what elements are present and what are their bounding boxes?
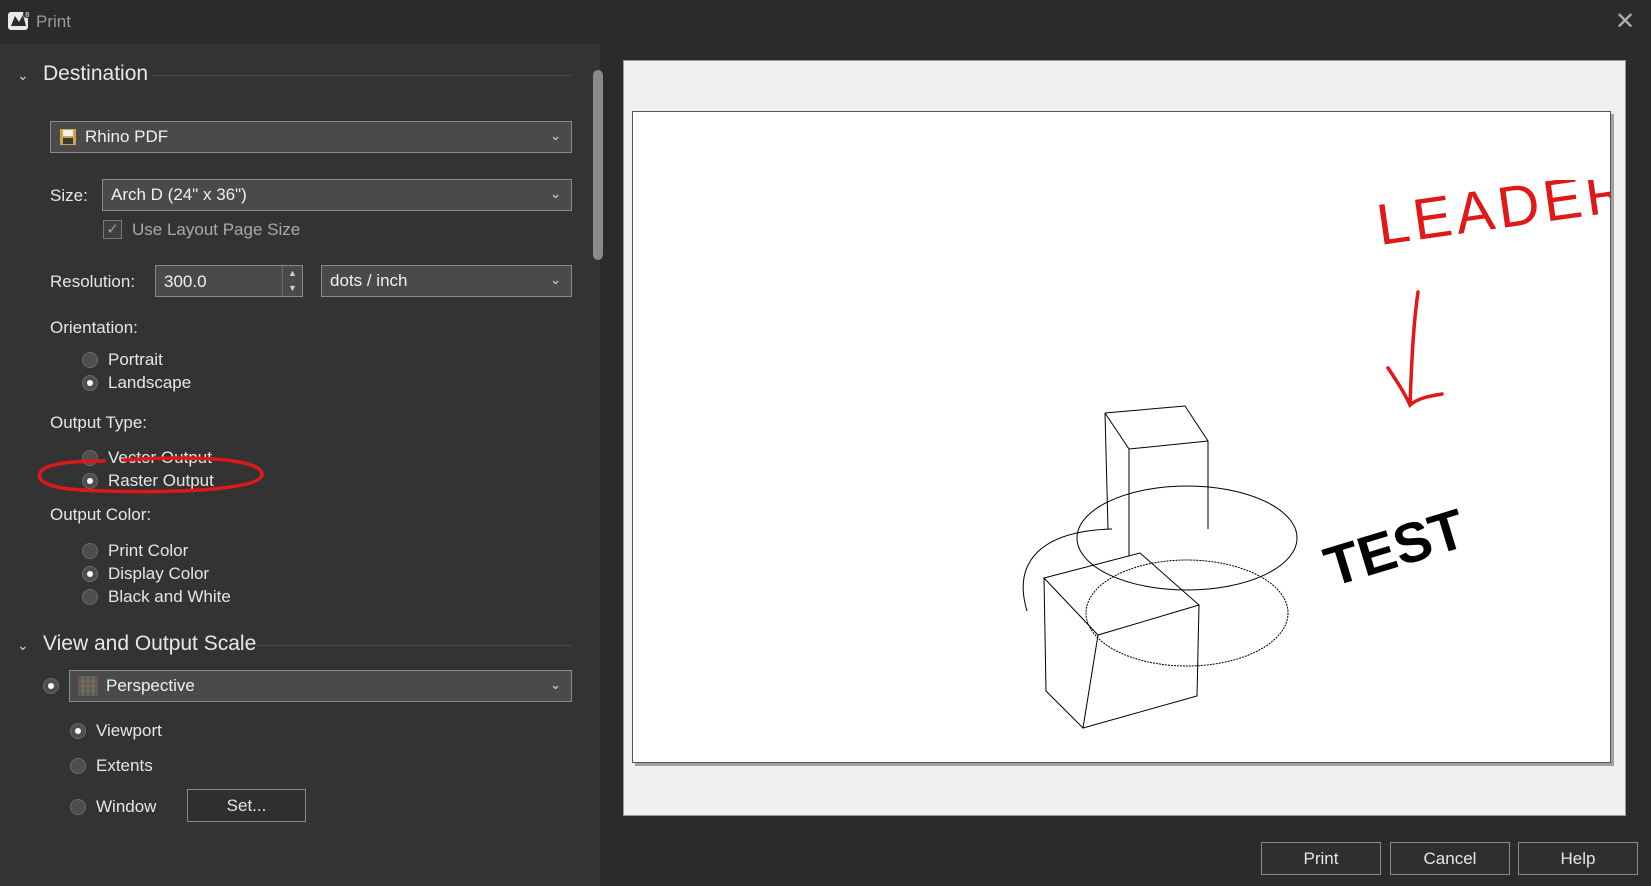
resolution-unit-dropdown[interactable]: dots / inch ⌄ [321, 265, 572, 297]
radio-label: Vector Output [108, 448, 212, 467]
radio-indicator [82, 543, 98, 559]
set-window-button[interactable]: Set... [187, 789, 306, 822]
radio-indicator [82, 450, 98, 466]
print-color-radio[interactable]: Print Color [82, 541, 188, 561]
radio-indicator [70, 758, 86, 774]
close-icon[interactable]: ✕ [1612, 9, 1638, 35]
radio-label: Extents [96, 756, 153, 775]
chevron-down-icon: ⌄ [550, 186, 561, 201]
output-color-label: Output Color: [50, 505, 152, 524]
panel-scrollbar[interactable] [593, 70, 603, 260]
radio-label: Black and White [108, 587, 231, 606]
resolution-unit-value: dots / inch [330, 271, 408, 290]
stepper-down-icon[interactable]: ▼ [283, 281, 302, 296]
view-value: Perspective [106, 676, 195, 695]
extents-radio[interactable]: Extents [70, 756, 153, 776]
viewport-radio[interactable]: Viewport [70, 721, 162, 741]
size-dropdown[interactable]: Arch D (24" x 36") ⌄ [102, 179, 572, 211]
raster-output-radio[interactable]: Raster Output [82, 471, 214, 491]
vector-output-radio[interactable]: Vector Output [82, 448, 212, 468]
radio-indicator [82, 375, 98, 391]
size-label: Size: [50, 186, 88, 205]
rhino-app-icon: 8 [8, 10, 31, 30]
use-layout-page-size-checkbox[interactable]: ✓ [103, 220, 122, 239]
radio-label: Landscape [108, 373, 192, 392]
radio-label: Viewport [96, 721, 162, 740]
window-radio[interactable]: Window [70, 797, 156, 817]
view-enable-radio[interactable] [43, 678, 69, 694]
stepper-up-icon[interactable]: ▲ [283, 266, 302, 281]
printer-value: Rhino PDF [85, 127, 169, 146]
section-divider [152, 75, 572, 76]
printer-pdf-icon [60, 129, 76, 145]
view-scale-section-header[interactable]: ⌄ View and Output Scale [17, 632, 256, 656]
radio-indicator [82, 566, 98, 582]
print-button[interactable]: Print [1261, 842, 1381, 875]
radio-label: Window [96, 797, 157, 816]
destination-section-title: Destination [43, 62, 149, 85]
output-type-label: Output Type: [50, 413, 148, 432]
section-divider [256, 645, 572, 646]
view-scale-section-title: View and Output Scale [43, 632, 257, 655]
chevron-down-icon: ⌄ [550, 272, 561, 287]
window-title: Print [36, 12, 71, 31]
perspective-grid-icon [78, 676, 98, 696]
view-dropdown[interactable]: Perspective ⌄ [69, 670, 572, 702]
chevron-down-icon: ⌄ [17, 67, 29, 83]
use-layout-page-size-label: Use Layout Page Size [132, 220, 301, 239]
radio-indicator [70, 799, 86, 815]
radio-label: Raster Output [108, 471, 214, 490]
chevron-down-icon: ⌄ [550, 677, 561, 692]
radio-indicator [82, 352, 98, 368]
title-bar: 8 Print ✕ [0, 0, 1651, 44]
black-and-white-radio[interactable]: Black and White [82, 587, 231, 607]
radio-indicator [82, 589, 98, 605]
resolution-value: 300.0 [164, 272, 207, 291]
radio-label: Display Color [108, 564, 210, 583]
resolution-label: Resolution: [50, 272, 136, 291]
preview-paper [632, 111, 1611, 763]
orientation-portrait-radio[interactable]: Portrait [82, 350, 163, 370]
display-color-radio[interactable]: Display Color [82, 564, 209, 584]
radio-indicator [43, 678, 59, 694]
orientation-landscape-radio[interactable]: Landscape [82, 373, 191, 393]
destination-section-header[interactable]: ⌄ Destination [17, 62, 148, 86]
radio-indicator [70, 723, 86, 739]
cancel-button[interactable]: Cancel [1390, 842, 1510, 875]
radio-indicator [82, 473, 98, 489]
help-button[interactable]: Help [1518, 842, 1638, 875]
radio-label: Portrait [108, 350, 163, 369]
chevron-down-icon: ⌄ [17, 637, 29, 653]
chevron-down-icon: ⌄ [550, 128, 561, 143]
size-value: Arch D (24" x 36") [111, 185, 247, 204]
printer-dropdown[interactable]: Rhino PDF ⌄ [50, 121, 572, 153]
radio-label: Print Color [108, 541, 189, 560]
svg-text:8: 8 [25, 11, 29, 19]
orientation-label: Orientation: [50, 318, 138, 337]
resolution-stepper[interactable]: 300.0 ▲ ▼ [155, 265, 303, 297]
